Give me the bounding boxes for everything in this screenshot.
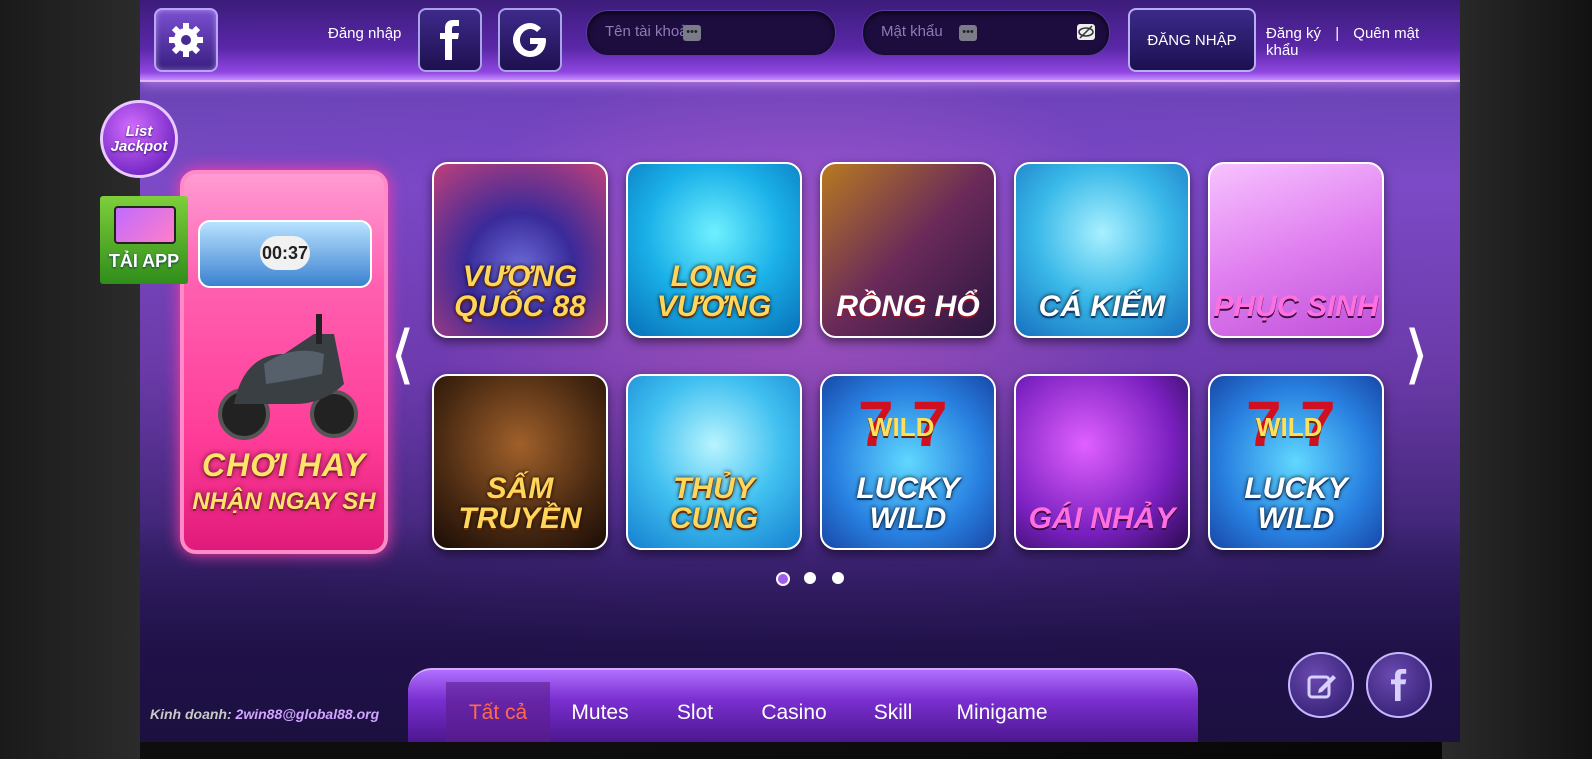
scooter-image xyxy=(218,314,358,440)
username-input[interactable] xyxy=(603,22,757,41)
carousel-dot-2[interactable] xyxy=(804,572,816,584)
game-title: CÁ KIẾM xyxy=(1038,290,1166,323)
tab-slot[interactable]: Slot xyxy=(660,682,730,742)
carousel-dot-1[interactable] xyxy=(776,572,790,586)
tab-minigame[interactable]: Minigame xyxy=(942,682,1062,742)
business-email[interactable]: 2win88@global88.org xyxy=(236,706,380,722)
hide-password-icon[interactable] xyxy=(1077,24,1095,40)
ellipsis-icon: ••• xyxy=(683,25,701,41)
game-tile-sam-truyen[interactable]: SẤM TRUYỀN xyxy=(432,374,608,550)
facebook-login-button[interactable] xyxy=(418,8,482,72)
settings-button[interactable] xyxy=(154,8,218,72)
wild-label: WILD xyxy=(1256,412,1323,442)
countdown-timer: 00:37 xyxy=(260,236,310,270)
tab-all[interactable]: Tất cả xyxy=(446,682,550,742)
game-tile-phuc-sinh[interactable]: PHỤC SINH xyxy=(1208,162,1384,338)
password-input[interactable] xyxy=(879,22,1033,41)
google-icon xyxy=(513,23,546,57)
facebook-icon xyxy=(1391,669,1407,701)
carousel-dot-3[interactable] xyxy=(832,572,844,584)
facebook-page-button[interactable] xyxy=(1366,652,1432,718)
gear-icon xyxy=(169,23,203,57)
download-app-button[interactable]: TẢI APP xyxy=(100,196,188,284)
jackpot-line-1: List xyxy=(125,123,153,140)
game-tile-lucky-wild-2[interactable]: 7 7 WILD LUCKY WILD xyxy=(1208,374,1384,550)
game-tile-thuy-cung[interactable]: THỦY CUNG xyxy=(626,374,802,550)
game-tile-vuong-quoc-88[interactable]: VƯƠNG QUỐC 88 xyxy=(432,162,608,338)
google-login-button[interactable] xyxy=(498,8,562,72)
game-tile-gai-nhay[interactable]: GÁI NHẢY xyxy=(1014,374,1190,550)
ellipsis-icon: ••• xyxy=(959,25,977,41)
jackpot-line-2: Jackpot xyxy=(110,138,168,155)
username-field-wrapper: ••• xyxy=(586,10,836,56)
promo-line-1: CHƠI HAY xyxy=(202,447,366,483)
business-contact: Kinh doanh: 2win88@global88.org xyxy=(150,706,379,722)
tab-mutes[interactable]: Mutes xyxy=(558,682,642,742)
category-tabs: Tất cả Mutes Slot Casino Skill Minigame xyxy=(408,668,1198,742)
download-app-label: TẢI APP xyxy=(108,251,180,271)
background-right xyxy=(1442,0,1592,759)
game-title: VƯƠNG QUỐC 88 xyxy=(454,260,586,323)
game-title: LONG VƯƠNG xyxy=(656,260,772,323)
password-field-wrapper: ••• xyxy=(862,10,1110,56)
game-title: PHỤC SINH xyxy=(1213,290,1379,323)
game-title: GÁI NHẢY xyxy=(1028,502,1176,535)
tab-skill[interactable]: Skill xyxy=(856,682,930,742)
register-link[interactable]: Đăng ký xyxy=(1266,25,1321,42)
game-tile-ca-kiem[interactable]: CÁ KIẾM xyxy=(1014,162,1190,338)
game-title: THỦY CUNG xyxy=(669,472,759,535)
taixiu-widget-image: 00:37 xyxy=(198,220,372,288)
facebook-icon xyxy=(440,20,459,60)
phone-icon xyxy=(114,206,176,244)
link-separator: | xyxy=(1335,25,1340,42)
game-lobby: Đăng nhập ••• ••• ĐĂNG NHẬP Đăng ký | xyxy=(140,0,1460,742)
game-tile-long-vuong[interactable]: LONG VƯƠNG xyxy=(626,162,802,338)
carousel-next-button[interactable]: ⟩ xyxy=(1404,322,1429,386)
business-label: Kinh doanh: xyxy=(150,706,232,722)
wild-label: WILD xyxy=(868,412,935,442)
edit-icon xyxy=(1307,675,1336,699)
top-bar: Đăng nhập ••• ••• ĐĂNG NHẬP Đăng ký | xyxy=(140,0,1460,82)
game-title: LUCKY WILD xyxy=(1244,472,1348,535)
wild-logo: 7 7 WILD xyxy=(858,388,948,460)
promo-text: CHƠI HAY NHẬN NGAY SH xyxy=(184,447,384,516)
feedback-button[interactable] xyxy=(1288,652,1354,718)
login-with-label: Đăng nhập xyxy=(328,25,402,42)
game-tile-rong-ho[interactable]: RỒNG HỔ xyxy=(820,162,996,338)
game-title: LUCKY WILD xyxy=(856,472,960,535)
game-title: RỒNG HỔ xyxy=(836,290,980,323)
game-title: SẤM TRUYỀN xyxy=(458,472,582,535)
account-links: Đăng ký | Quên mật khẩu xyxy=(1266,25,1460,59)
game-tile-lucky-wild-1[interactable]: 7 7 WILD LUCKY WILD xyxy=(820,374,996,550)
wild-logo: 7 7 WILD xyxy=(1246,388,1336,460)
list-jackpot-button[interactable]: List Jackpot xyxy=(100,100,178,178)
promo-banner[interactable]: 00:37 CHƠI HAY NHẬN NGAY SH xyxy=(180,170,388,554)
carousel-prev-button[interactable]: ⟨ xyxy=(390,322,415,386)
promo-line-2: NHẬN NGAY SH xyxy=(192,488,376,515)
login-button[interactable]: ĐĂNG NHẬP xyxy=(1128,8,1256,72)
tab-casino[interactable]: Casino xyxy=(744,682,844,742)
